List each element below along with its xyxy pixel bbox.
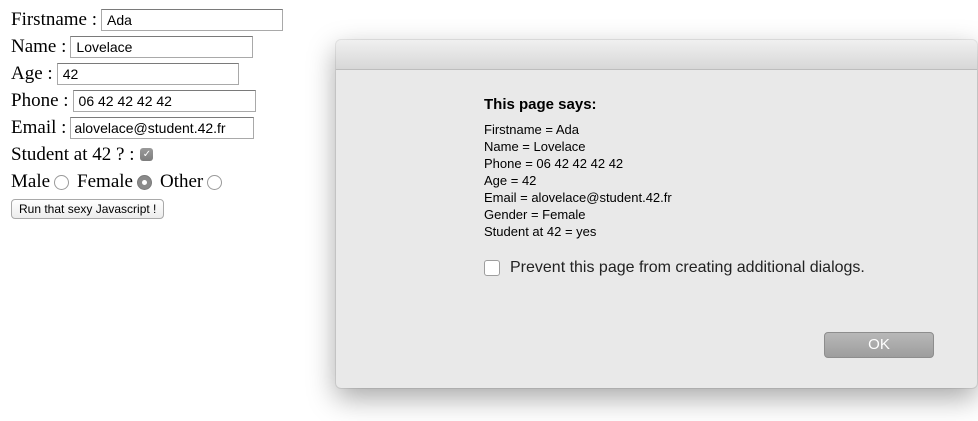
name-row: Name : Lovelace bbox=[11, 33, 311, 60]
dialog-line-name: Name = Lovelace bbox=[484, 139, 586, 154]
dialog-line-phone: Phone = 06 42 42 42 42 bbox=[484, 156, 624, 171]
gender-radio-male[interactable] bbox=[54, 175, 70, 190]
gender-label-male: Male bbox=[11, 170, 51, 192]
student-row: Student at 42 ? : ✓ bbox=[11, 141, 311, 168]
age-row: Age : 42 bbox=[11, 60, 311, 87]
run-javascript-button[interactable]: Run that sexy Javascript ! bbox=[11, 199, 165, 219]
dialog-line-email: Email = alovelace@student.42.fr bbox=[484, 190, 672, 205]
email-row: Email : alovelace@student.42.fr bbox=[11, 114, 311, 141]
age-label: Age : bbox=[11, 62, 53, 84]
phone-row: Phone : 06 42 42 42 42 bbox=[11, 87, 311, 114]
run-row: Run that sexy Javascript ! bbox=[11, 195, 311, 219]
prevent-dialogs-checkbox[interactable] bbox=[484, 260, 500, 276]
age-input[interactable]: 42 bbox=[56, 62, 239, 85]
gender-radio-other[interactable] bbox=[207, 175, 223, 190]
email-label: Email : bbox=[11, 116, 67, 138]
name-label: Name : bbox=[11, 35, 67, 57]
dialog-titlebar[interactable] bbox=[336, 40, 977, 70]
user-form: Firstname : Ada Name : Lovelace Age : 42… bbox=[11, 6, 311, 219]
prevent-dialogs-label: Prevent this page from creating addition… bbox=[510, 259, 865, 276]
email-input[interactable]: alovelace@student.42.fr bbox=[70, 116, 255, 139]
phone-input[interactable]: 06 42 42 42 42 bbox=[72, 89, 256, 112]
firstname-row: Firstname : Ada bbox=[11, 6, 311, 33]
dialog-line-student: Student at 42 = yes bbox=[484, 224, 597, 239]
firstname-label: Firstname : bbox=[11, 8, 98, 30]
gender-label-female: Female bbox=[77, 170, 133, 192]
alert-dialog: This page says: Firstname = Ada Name = L… bbox=[336, 40, 977, 388]
student-checkbox[interactable]: ✓ bbox=[140, 148, 154, 161]
gender-row: Male Female Other bbox=[11, 168, 311, 195]
name-input[interactable]: Lovelace bbox=[70, 35, 254, 58]
dialog-line-age: Age = 42 bbox=[484, 173, 537, 188]
gender-label-other: Other bbox=[159, 170, 204, 192]
phone-label: Phone : bbox=[11, 89, 69, 111]
dialog-line-gender: Gender = Female bbox=[484, 207, 586, 222]
ok-button[interactable]: OK bbox=[824, 332, 934, 358]
gender-radio-female[interactable] bbox=[136, 175, 152, 190]
dialog-line-firstname: Firstname = Ada bbox=[484, 122, 580, 137]
firstname-input[interactable]: Ada bbox=[101, 8, 284, 31]
prevent-dialogs-row[interactable]: Prevent this page from creating addition… bbox=[484, 259, 954, 277]
student-label: Student at 42 ? : bbox=[11, 143, 135, 165]
dialog-body: This page says: Firstname = Ada Name = L… bbox=[484, 96, 954, 277]
dialog-title: This page says: bbox=[484, 96, 597, 113]
